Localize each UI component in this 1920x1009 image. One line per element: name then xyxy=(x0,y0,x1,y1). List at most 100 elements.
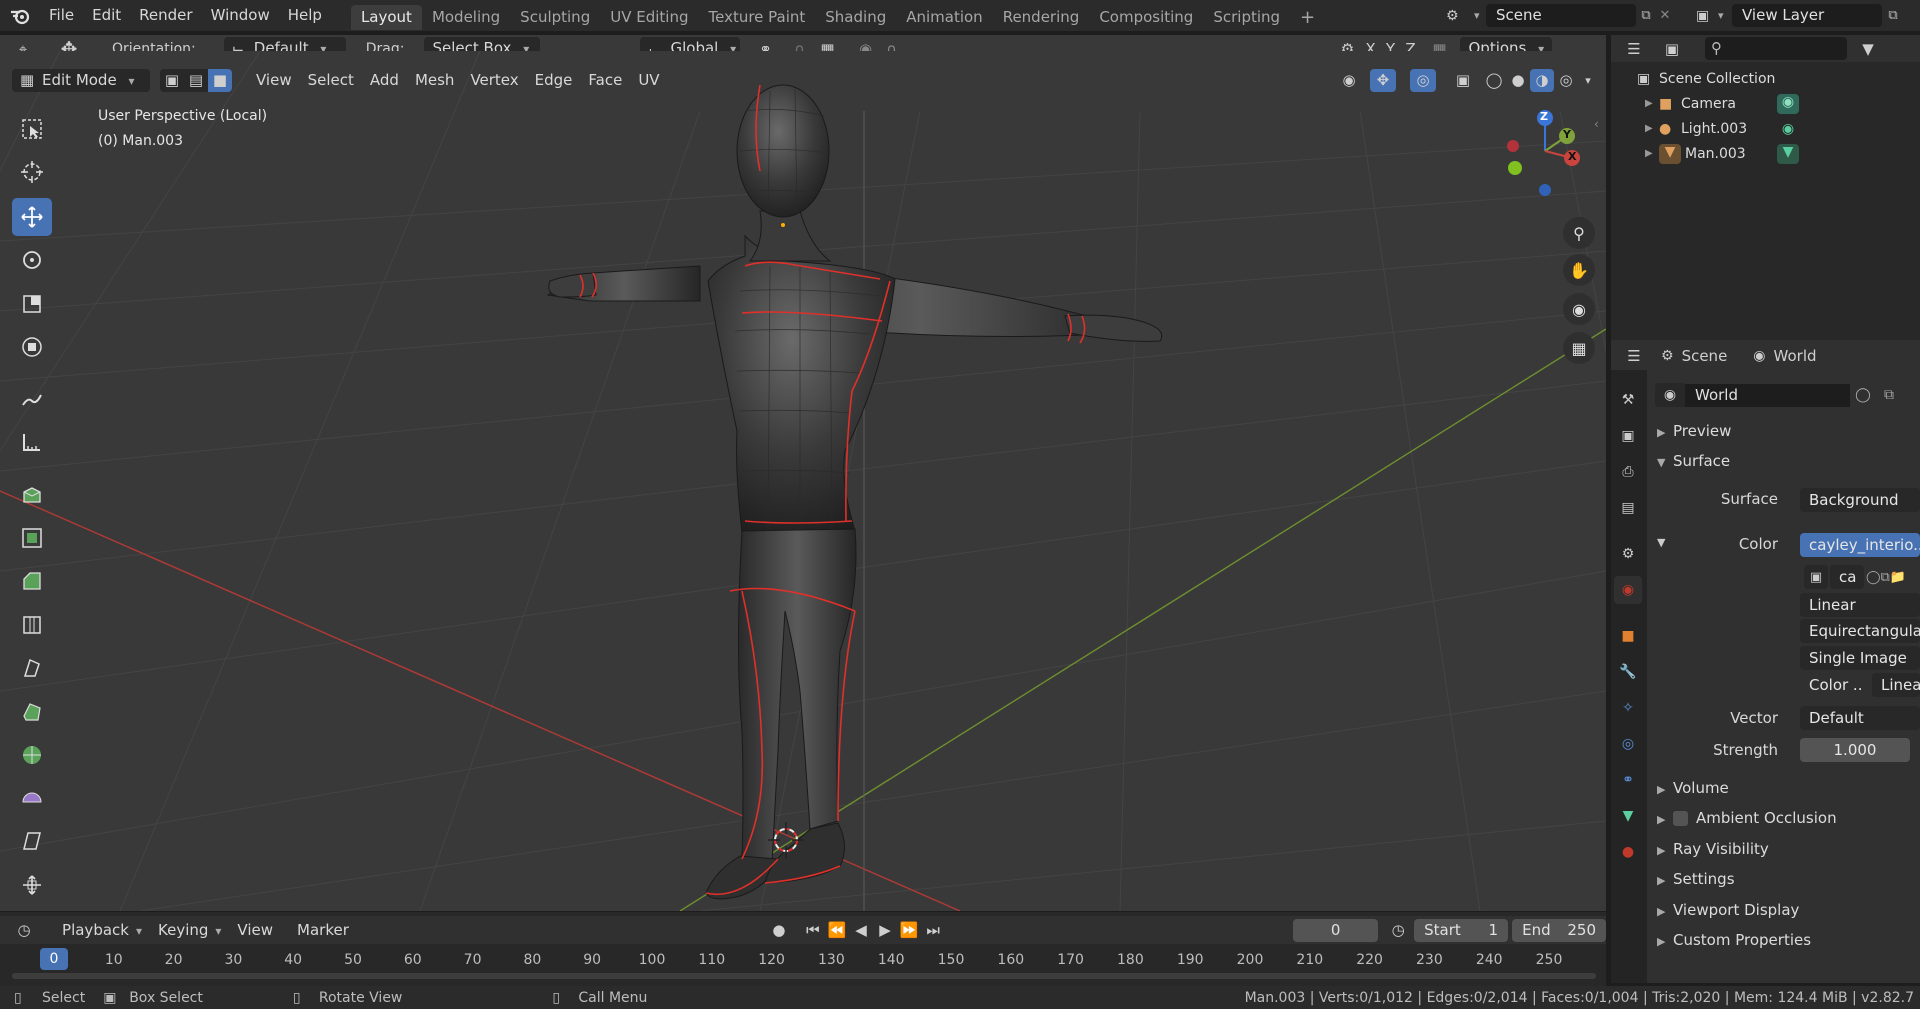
rendered-shading-icon[interactable]: ◎ xyxy=(1554,69,1578,92)
overlays-toggle-icon[interactable]: ◎ xyxy=(1410,68,1436,92)
rotate-tool-icon[interactable] xyxy=(12,241,52,279)
panel-viewport-display[interactable]: ▶ Viewport Display xyxy=(1657,901,1799,919)
view-layer-selector[interactable]: ▣ ▾ View Layer ⧉ xyxy=(1696,4,1920,27)
surface-shader-dropdown[interactable]: Background xyxy=(1800,488,1920,512)
move-tool-icon[interactable] xyxy=(12,198,52,236)
knife-tool-icon[interactable] xyxy=(12,649,52,687)
color-space-dropdown[interactable]: Linea xyxy=(1872,673,1920,697)
blender-logo-icon[interactable] xyxy=(0,0,40,31)
material-properties-tab-icon[interactable]: ● xyxy=(1614,838,1642,866)
menu-select[interactable]: Select xyxy=(300,69,362,92)
view-layer-properties-tab-icon[interactable]: ▤ xyxy=(1614,494,1642,522)
render-properties-tab-icon[interactable]: ▣ xyxy=(1614,422,1642,450)
3d-viewport[interactable]: User Perspective (Local) (0) Man.003 Z Y… xyxy=(0,51,1606,911)
timeline-view-menu[interactable]: View xyxy=(229,919,281,942)
data-properties-tab-icon[interactable]: ▼ xyxy=(1614,802,1642,830)
new-view-layer-icon[interactable]: ⧉ xyxy=(1882,8,1904,23)
workspace-tab-rendering[interactable]: Rendering xyxy=(993,5,1090,30)
workspace-tab-shading[interactable]: Shading xyxy=(815,5,896,30)
shear-tool-icon[interactable] xyxy=(12,822,52,860)
workspace-tab-animation[interactable]: Animation xyxy=(896,5,992,30)
vertex-select-icon[interactable]: ▣ xyxy=(160,69,184,92)
pan-hand-icon[interactable]: ✋ xyxy=(1563,254,1595,286)
modifier-properties-tab-icon[interactable]: 🔧 xyxy=(1614,658,1642,686)
workspace-tab-texture-paint[interactable]: Texture Paint xyxy=(698,5,815,30)
ortho-toggle-icon[interactable]: ▦ xyxy=(1563,332,1595,364)
menu-help[interactable]: Help xyxy=(279,0,331,31)
color-expand-triangle-icon[interactable]: ▼ xyxy=(1657,536,1665,549)
play-icon[interactable]: ▶ xyxy=(873,919,897,942)
properties-editor-type-icon[interactable]: ☰ xyxy=(1621,344,1647,367)
particles-properties-tab-icon[interactable]: ✧ xyxy=(1614,694,1642,722)
expand-triangle-icon[interactable]: ▶ xyxy=(1645,98,1659,109)
menu-file[interactable]: File xyxy=(40,0,83,31)
interpolation-dropdown[interactable]: Linear xyxy=(1800,593,1920,617)
face-select-icon[interactable]: ■ xyxy=(208,68,232,92)
panel-ray-visibility[interactable]: ▶ Ray Visibility xyxy=(1657,840,1769,858)
menu-mesh[interactable]: Mesh xyxy=(407,69,463,92)
record-icon[interactable]: ● xyxy=(767,919,791,942)
spin-tool-icon[interactable] xyxy=(12,736,52,774)
start-frame-field[interactable]: Start 1 xyxy=(1414,918,1509,942)
outliner-item-camera[interactable]: ▶ ■ Camera ◉ xyxy=(1611,91,1920,116)
inset-faces-tool-icon[interactable] xyxy=(12,519,52,557)
world-name-field[interactable]: World xyxy=(1685,383,1850,407)
camera-data-icon[interactable]: ◉ xyxy=(1777,93,1799,114)
image-browse-icon[interactable]: ▣ xyxy=(1804,565,1828,589)
shading-options-chevron-icon[interactable]: ▾ xyxy=(1578,69,1598,92)
image-actions-icons[interactable]: ◯⧉📁 xyxy=(1866,565,1920,589)
panel-settings[interactable]: ▶ Settings xyxy=(1657,870,1735,888)
duplicate-world-icon[interactable]: ⧉ xyxy=(1876,387,1902,403)
gizmo-toggle-icon[interactable]: ✥ xyxy=(1370,68,1396,92)
xray-toggle-icon[interactable]: ▣ xyxy=(1450,69,1476,92)
menu-uv[interactable]: UV xyxy=(630,69,667,92)
filter-icon[interactable]: ▼ xyxy=(1855,37,1881,60)
workspace-tab-uv-editing[interactable]: UV Editing xyxy=(600,5,698,30)
fake-user-icon[interactable]: ◯ xyxy=(1850,387,1876,403)
workspace-tab-modeling[interactable]: Modeling xyxy=(422,5,510,30)
select-box-tool-icon[interactable] xyxy=(12,110,52,148)
jump-end-icon[interactable]: ⏭ xyxy=(921,919,945,942)
outliner-item-man[interactable]: ▶ ▼ Man.003 ▼ xyxy=(1611,141,1920,166)
menu-view[interactable]: View xyxy=(248,69,300,92)
workspace-tab-compositing[interactable]: Compositing xyxy=(1089,5,1203,30)
scene-properties-tab-icon[interactable]: ⚙ xyxy=(1614,540,1642,568)
loop-cut-tool-icon[interactable] xyxy=(12,606,52,644)
scene-name-field[interactable]: Scene xyxy=(1486,4,1636,27)
vector-dropdown[interactable]: Default xyxy=(1800,706,1920,730)
annotate-tool-icon[interactable] xyxy=(12,380,52,418)
edge-select-icon[interactable]: ▤ xyxy=(184,69,208,92)
world-properties-tab-icon[interactable]: ◉ xyxy=(1614,576,1642,604)
rip-tool-icon[interactable] xyxy=(12,866,52,904)
prev-keyframe-icon[interactable]: ⏪ xyxy=(825,919,849,942)
panel-preview[interactable]: ▶ Preview xyxy=(1657,422,1731,440)
menu-add[interactable]: Add xyxy=(362,69,407,92)
outliner-item-light[interactable]: ▶ ● Light.003 ◉ xyxy=(1611,116,1920,141)
playback-menu[interactable]: Playback xyxy=(54,919,150,942)
next-keyframe-icon[interactable]: ⏩ xyxy=(897,919,921,942)
material-shading-icon[interactable]: ◑ xyxy=(1530,68,1554,92)
tool-properties-tab-icon[interactable]: ⚒ xyxy=(1614,386,1642,414)
strength-field[interactable]: 1.000 xyxy=(1800,738,1910,762)
constraints-properties-tab-icon[interactable]: ⚭ xyxy=(1614,766,1642,794)
cursor-tool-icon[interactable] xyxy=(12,153,52,191)
bevel-tool-icon[interactable] xyxy=(12,562,52,600)
view-layer-name-field[interactable]: View Layer xyxy=(1732,4,1882,27)
mode-dropdown[interactable]: ▦ Edit Mode xyxy=(12,68,150,92)
world-browse-icon[interactable]: ◉ xyxy=(1655,383,1685,407)
mesh-data-icon[interactable]: ▼ xyxy=(1777,143,1799,164)
display-mode-icon[interactable]: ▣ xyxy=(1659,37,1685,60)
wireframe-shading-icon[interactable]: ◯ xyxy=(1482,69,1506,92)
keying-menu[interactable]: Keying xyxy=(150,919,229,942)
ambient-occlusion-checkbox[interactable] xyxy=(1673,811,1688,826)
menu-render[interactable]: Render xyxy=(130,0,201,31)
panel-volume[interactable]: ▶ Volume xyxy=(1657,779,1729,797)
workspace-tab-sculpting[interactable]: Sculpting xyxy=(510,5,600,30)
camera-view-icon[interactable]: ◉ xyxy=(1563,293,1595,325)
timeline-current-frame-badge[interactable]: 0 xyxy=(40,948,68,970)
panel-ambient-occlusion[interactable]: ▶ Ambient Occlusion xyxy=(1657,809,1837,827)
add-workspace-button[interactable]: + xyxy=(1290,5,1325,30)
zoom-icon[interactable]: ⚲ xyxy=(1563,217,1595,249)
poly-build-tool-icon[interactable] xyxy=(12,693,52,731)
expand-triangle-icon[interactable]: ▶ xyxy=(1645,148,1659,159)
